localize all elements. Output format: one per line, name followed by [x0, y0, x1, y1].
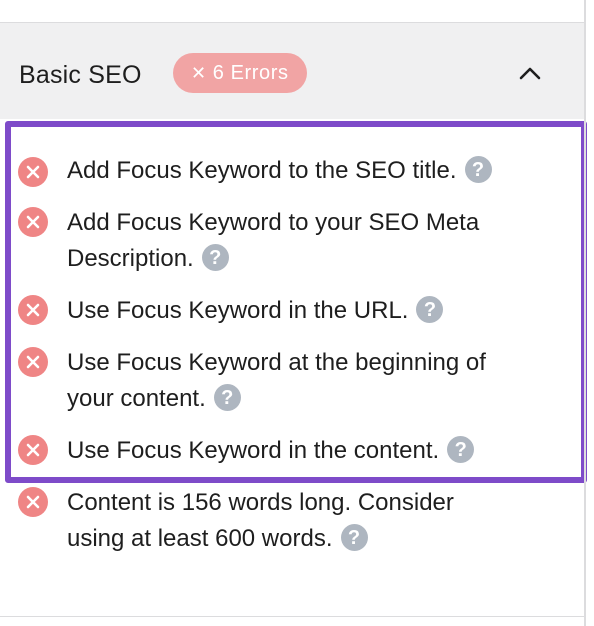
check-text: Add Focus Keyword to your SEO Meta	[67, 209, 480, 236]
help-icon[interactable]: ?	[447, 436, 475, 464]
check-text-continued: using at least 600 words.	[67, 525, 333, 552]
check-text: Use Focus Keyword at the beginning of	[67, 349, 486, 376]
check-text: Content is 156 words long. Consider	[67, 489, 454, 516]
errors-badge: ✕ 6 Errors	[173, 53, 307, 93]
check-text: Use Focus Keyword in the content.	[67, 437, 440, 464]
check-text-continued: Description.	[67, 245, 194, 272]
error-icon	[18, 435, 48, 465]
close-icon: ✕	[191, 63, 207, 83]
help-icon[interactable]: ?	[340, 524, 368, 552]
help-icon[interactable]: ?	[464, 156, 492, 184]
check-text-continued: your content.	[67, 385, 206, 412]
sidebar-edge	[584, 0, 586, 626]
help-icon[interactable]: ?	[213, 384, 241, 412]
collapse-button[interactable]	[515, 58, 545, 88]
bottom-divider	[0, 616, 584, 617]
chevron-up-icon	[519, 67, 541, 80]
errors-badge-label: 6 Errors	[212, 62, 289, 84]
error-icon	[18, 347, 48, 377]
previous-section-strip	[0, 0, 584, 23]
error-icon	[18, 487, 48, 517]
section-title: Basic SEO	[19, 61, 142, 89]
seo-analysis-panel: Basic SEO ✕ 6 Errors Add Focus Keyword t…	[0, 0, 587, 626]
check-text: Use Focus Keyword in the URL.	[67, 297, 409, 324]
error-icon	[18, 295, 48, 325]
help-icon[interactable]: ?	[201, 244, 229, 272]
check-text: Add Focus Keyword to the SEO title.	[67, 157, 457, 184]
help-icon[interactable]: ?	[416, 296, 444, 324]
error-icon	[18, 157, 48, 187]
error-icon	[18, 207, 48, 237]
